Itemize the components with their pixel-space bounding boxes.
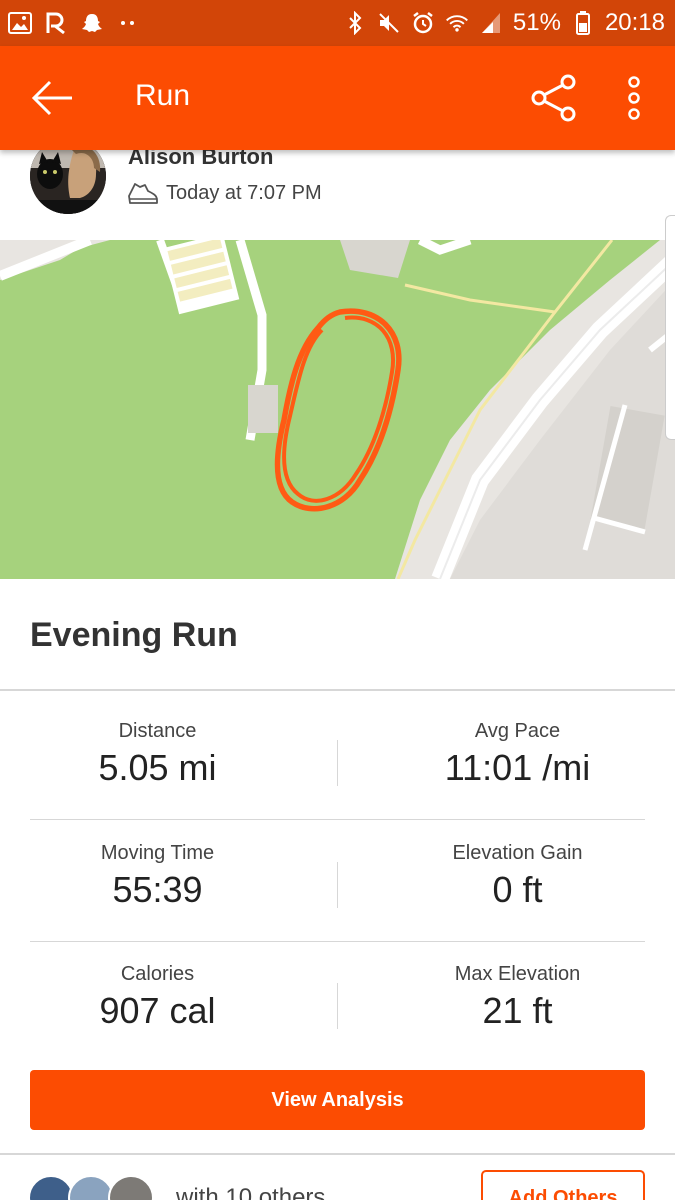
activity-title: Evening Run	[30, 616, 238, 654]
stat-value: 907 cal	[99, 990, 216, 1031]
side-panel-handle[interactable]	[665, 215, 675, 440]
divider	[337, 740, 338, 786]
strava-icon	[44, 11, 68, 35]
stat-label: Avg Pace	[474, 720, 561, 742]
stat-calories: Calories 907 cal	[30, 937, 285, 1032]
stat-label: Distance	[118, 720, 197, 742]
stat-label: Elevation Gain	[452, 842, 583, 864]
battery-icon	[571, 11, 595, 35]
activity-time: Today at 7:07 PM	[166, 182, 322, 204]
stat-avg-pace: Avg Pace 11:01 /mi	[390, 694, 645, 789]
stat-distance: Distance 5.05 mi	[30, 694, 285, 789]
share-icon[interactable]	[531, 74, 579, 122]
avatar[interactable]	[108, 1175, 154, 1200]
image-icon	[8, 11, 32, 35]
divider	[337, 862, 338, 908]
with-others-text[interactable]: with 10 others	[176, 1184, 325, 1200]
stat-value: 0 ft	[492, 869, 543, 910]
stat-max-elevation: Max Elevation 21 ft	[390, 937, 645, 1032]
divider	[0, 1153, 675, 1155]
battery-percent: 51%	[512, 9, 561, 36]
bluetooth-icon	[343, 11, 367, 35]
divider	[337, 983, 338, 1029]
stat-value: 55:39	[112, 869, 203, 910]
stat-value: 11:01 /mi	[444, 747, 591, 788]
stats-row: Distance 5.05 mi Avg Pace 11:01 /mi	[30, 694, 645, 815]
wifi-icon	[445, 11, 469, 35]
status-bar: 51% 20:18	[0, 0, 675, 46]
stats-row: Moving Time 55:39 Elevation Gain 0 ft	[30, 816, 645, 937]
divider	[0, 689, 675, 691]
stat-label: Calories	[120, 963, 195, 985]
stat-moving-time: Moving Time 55:39	[30, 816, 285, 911]
more-notifications-icon	[116, 11, 140, 35]
signal-icon	[479, 11, 503, 35]
page-title: Run	[135, 79, 191, 112]
view-analysis-button[interactable]: View Analysis	[30, 1070, 645, 1130]
stat-elevation-gain: Elevation Gain 0 ft	[390, 816, 645, 911]
stat-label: Moving Time	[100, 842, 215, 864]
alarm-icon	[411, 11, 435, 35]
mute-icon	[377, 11, 401, 35]
overflow-menu-icon[interactable]	[622, 74, 646, 122]
add-others-button[interactable]: Add Others	[481, 1170, 645, 1200]
stat-value: 5.05 mi	[98, 747, 217, 788]
shoe-icon	[127, 180, 159, 206]
clock: 20:18	[604, 9, 665, 36]
snapchat-icon	[80, 11, 104, 35]
stat-label: Max Elevation	[454, 963, 581, 985]
stat-value: 21 ft	[482, 990, 553, 1031]
back-arrow-icon[interactable]	[28, 76, 76, 120]
app-bar: Run	[0, 46, 675, 150]
athlete-header[interactable]: Alison Burton Today at 7:07 PM	[0, 138, 675, 240]
stats-row: Calories 907 cal Max Elevation 21 ft	[30, 937, 645, 1058]
route-map[interactable]	[0, 240, 675, 579]
